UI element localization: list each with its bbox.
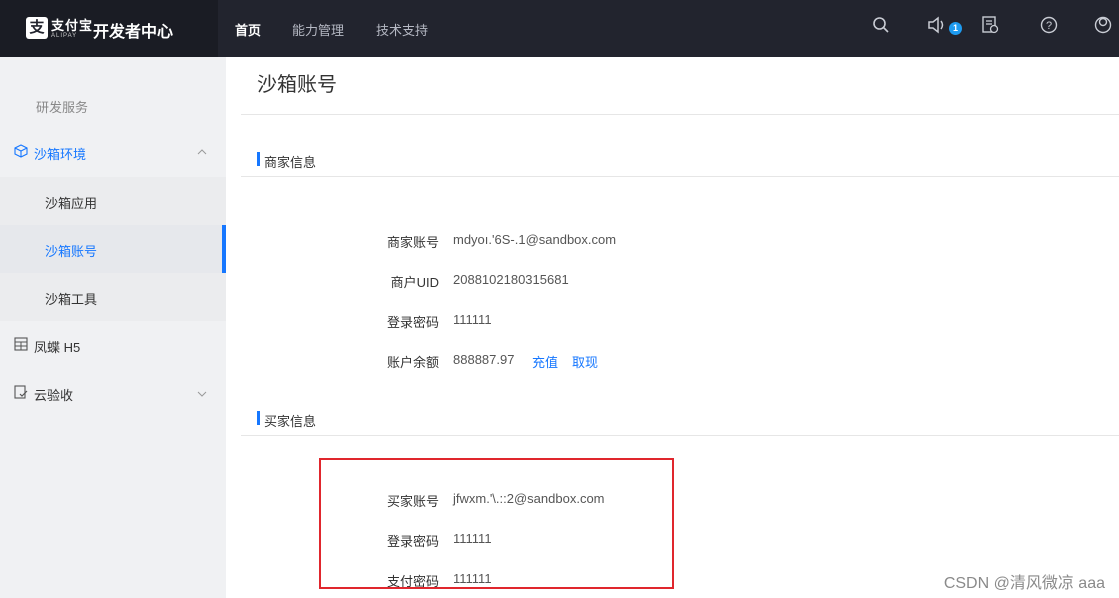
notification-count-badge: 1 [949, 22, 962, 35]
sidebar-item-fengdie-h5[interactable]: 凤蝶 H5 [0, 321, 226, 369]
sidebar-item-sandbox-env[interactable]: 沙箱环境 [0, 129, 226, 177]
search-icon[interactable] [868, 15, 894, 41]
section-marker [257, 152, 260, 166]
divider [241, 176, 1119, 177]
section-marker [257, 411, 260, 425]
recharge-link[interactable]: 充值 [532, 352, 558, 371]
chevron-up-icon [197, 144, 207, 162]
merchant-balance-label: 账户余额 [386, 355, 439, 370]
merchant-account-value: mdyoı.'6S-.1@sandbox.com [453, 232, 617, 247]
top-navigation-bar: 支 支付宝 ALIPAY 开发者中心 首页 能力管理 技术支持 1 ? [0, 0, 1119, 57]
logo-text-cn: 支付宝 [51, 18, 94, 33]
cube-icon [14, 144, 28, 163]
sidebar-item-label: 云验收 [34, 388, 74, 403]
merchant-uid-label: 商户UID [390, 275, 439, 290]
nav-capability-management[interactable]: 能力管理 [292, 20, 344, 39]
sidebar-item-sandbox-app[interactable]: 沙箱应用 [0, 177, 226, 225]
highlight-annotation-box [319, 458, 674, 589]
merchant-password-label: 登录密码 [386, 315, 439, 330]
nav-tech-support[interactable]: 技术支持 [376, 20, 428, 39]
sidebar-item-cloud-acceptance[interactable]: 云验收 [0, 369, 226, 417]
sidebar-item-sandbox-account[interactable]: 沙箱账号 [0, 225, 226, 273]
logo-text-en: ALIPAY [51, 33, 78, 39]
watermark: CSDN @清风微凉 aaa [943, 575, 1105, 592]
site-title: 开发者中心 [93, 24, 174, 41]
chevron-down-icon [197, 386, 207, 404]
merchant-password-value: 111111 [453, 312, 492, 327]
merchant-balance-value: 888887.97 [453, 352, 515, 367]
merchant-section-title: 商家信息 [264, 155, 317, 170]
sidebar-item-sandbox-tools[interactable]: 沙箱工具 [0, 273, 226, 321]
divider [241, 435, 1119, 436]
svg-text:?: ? [1046, 20, 1052, 32]
document-icon[interactable] [977, 15, 1003, 41]
sidebar-item-label: 凤蝶 H5 [34, 340, 81, 355]
logo-area[interactable]: 支 支付宝 ALIPAY 开发者中心 [0, 0, 218, 57]
divider [241, 114, 1119, 115]
help-icon[interactable]: ? [1036, 15, 1062, 41]
withdraw-link[interactable]: 取现 [572, 352, 598, 371]
merchant-account-label: 商家账号 [386, 235, 439, 250]
merchant-uid-value: 2088102180315681 [453, 272, 569, 287]
active-indicator [222, 225, 226, 273]
sidebar-item-label: 沙箱应用 [45, 196, 98, 211]
sidebar-item-label: 沙箱工具 [45, 292, 98, 307]
notification-icon[interactable] [924, 15, 950, 41]
sidebar-item-label: 沙箱账号 [45, 244, 98, 259]
user-icon[interactable] [1090, 15, 1116, 41]
sidebar: 研发服务 沙箱环境 沙箱应用 沙箱账号 沙箱工具 凤蝶 H5 云验收 [0, 57, 226, 598]
nav-home[interactable]: 首页 [235, 20, 261, 39]
check-doc-icon [14, 385, 28, 404]
sidebar-item-label: 沙箱环境 [34, 147, 87, 162]
grid-icon [14, 337, 28, 356]
sidebar-group-label: 研发服务 [36, 100, 89, 115]
alipay-logo-icon: 支 [26, 17, 48, 39]
page-title: 沙箱账号 [257, 74, 337, 96]
buyer-section-title: 买家信息 [264, 414, 317, 429]
